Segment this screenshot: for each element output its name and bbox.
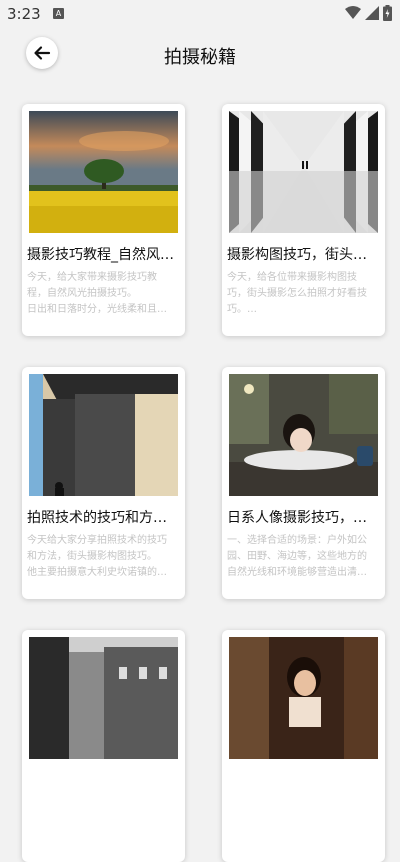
- summary-line: 今天，给大家带来摄影技巧教: [27, 272, 157, 283]
- page-title: 拍摄秘籍: [164, 47, 236, 68]
- article-card[interactable]: [222, 630, 385, 862]
- article-title: 日系人像摄影技巧，…: [227, 510, 367, 526]
- article-title: 摄影技巧教程_自然风…: [27, 247, 174, 263]
- status-icons: [345, 5, 392, 21]
- summary-line: 一、选择合适的场景：户外如公: [227, 535, 367, 546]
- article-image: [229, 111, 378, 233]
- summary-line: 日出和日落时分，光线柔和且…: [27, 304, 167, 315]
- article-summary: 今天给大家分享拍照技术的技巧 和方法，街头摄影构图技巧。 他主要拍摄意大利史坎诺…: [27, 533, 179, 581]
- article-image: [29, 111, 178, 233]
- article-card[interactable]: 摄影构图技巧，街头… 今天，给各位带来摄影构图技 巧，街头摄影怎么拍照才好看技 …: [222, 104, 385, 336]
- app-bar: 拍摄秘籍: [0, 28, 400, 80]
- signal-icon: [365, 6, 379, 20]
- wifi-icon: [345, 6, 361, 19]
- article-image: [229, 637, 378, 759]
- article-image: [29, 637, 178, 759]
- summary-line: 园、田野、海边等，这些地方的: [227, 551, 367, 562]
- summary-line: 和方法，街头摄影构图技巧。: [27, 551, 157, 562]
- summary-line: 今天给大家分享拍照技术的技巧: [27, 535, 167, 546]
- summary-line: 自然光线和环境能够营造出清…: [227, 567, 367, 578]
- article-image: [29, 374, 178, 496]
- summary-line: 他主要拍摄意大利史坎诺镇的…: [27, 567, 167, 578]
- status-time: 3:23: [7, 5, 41, 23]
- notification-icon: A: [53, 8, 64, 19]
- summary-line: 程，自然风光拍摄技巧。: [27, 288, 137, 299]
- article-image: [229, 374, 378, 496]
- battery-icon: [383, 5, 392, 21]
- article-summary: 今天，给大家带来摄影技巧教 程，自然风光拍摄技巧。 日出和日落时分，光线柔和且…: [27, 270, 179, 318]
- article-title: 摄影构图技巧，街头…: [227, 247, 367, 263]
- article-card[interactable]: 拍照技术的技巧和方… 今天给大家分享拍照技术的技巧 和方法，街头摄影构图技巧。 …: [22, 367, 185, 599]
- status-bar: 3:23 A: [0, 0, 400, 28]
- article-card[interactable]: 日系人像摄影技巧，… 一、选择合适的场景：户外如公 园、田野、海边等，这些地方的…: [222, 367, 385, 599]
- article-card[interactable]: [22, 630, 185, 862]
- summary-line: 今天，给各位带来摄影构图技: [227, 272, 357, 283]
- summary-line: 巧。…: [227, 304, 257, 315]
- article-card[interactable]: 摄影技巧教程_自然风… 今天，给大家带来摄影技巧教 程，自然风光拍摄技巧。 日出…: [22, 104, 185, 336]
- article-title: 拍照技术的技巧和方…: [27, 510, 167, 526]
- article-summary: 一、选择合适的场景：户外如公 园、田野、海边等，这些地方的 自然光线和环境能够营…: [227, 533, 379, 581]
- article-summary: 今天，给各位带来摄影构图技 巧，街头摄影怎么拍照才好看技 巧。…: [227, 270, 379, 318]
- summary-line: 巧，街头摄影怎么拍照才好看技: [227, 288, 367, 299]
